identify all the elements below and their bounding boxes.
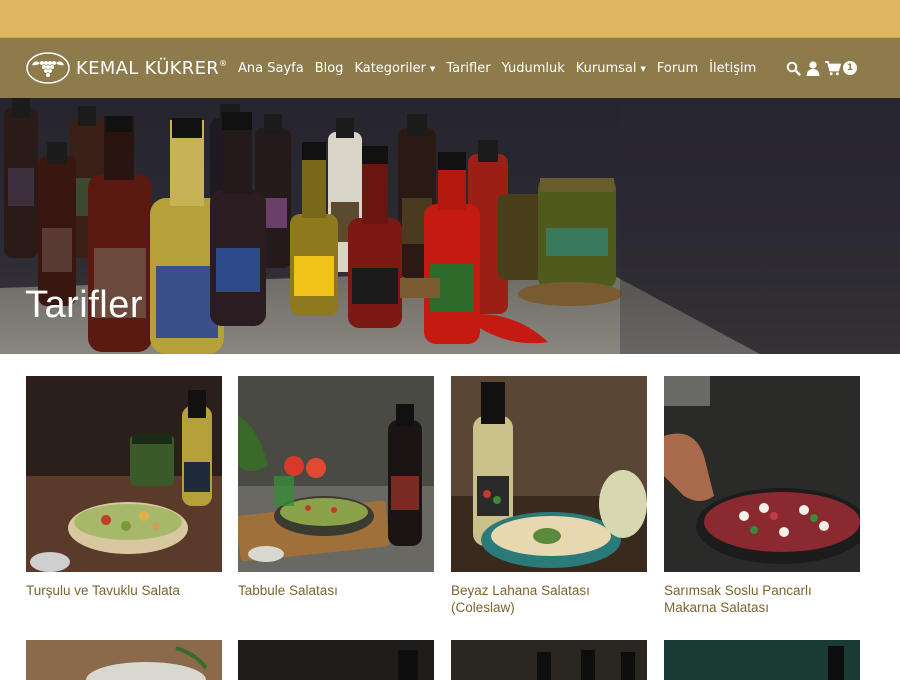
recipe-card[interactable]: Tabbule Salatası [238, 376, 434, 599]
recipe-title[interactable]: Beyaz Lahana Salatası (Coleslaw) [451, 582, 647, 616]
chevron-down-icon: ▼ [640, 65, 646, 73]
recipe-image [26, 376, 222, 572]
nav-item-ana-sayfa[interactable]: Ana Sayfa [238, 61, 304, 76]
top-announcement-bar [0, 0, 900, 38]
recipe-card-partial[interactable] [238, 640, 434, 680]
page-title: Tarifler [25, 284, 144, 326]
brand-name: KEMAL KÜKRER® [76, 57, 228, 79]
chevron-down-icon: ▼ [429, 65, 436, 73]
recipe-card[interactable]: Beyaz Lahana Salatası (Coleslaw) [451, 376, 647, 616]
nav-item-blog[interactable]: Blog [315, 61, 344, 76]
nav-item-iletisim[interactable]: İletişim [709, 61, 756, 76]
nav-icons: 1 [786, 60, 862, 76]
recipe-card-partial[interactable] [664, 640, 860, 680]
recipe-card-partial[interactable] [451, 640, 647, 680]
cart-icon[interactable]: 1 [825, 60, 857, 76]
recipe-image [664, 376, 860, 572]
recipe-title[interactable]: Sarımsak Soslu Pancarlı Makarna Salatası [664, 582, 860, 616]
nav-item-yudumluk[interactable]: Yudumluk [502, 61, 565, 76]
recipe-card-partial[interactable] [26, 640, 222, 680]
nav-item-forum[interactable]: Forum [657, 61, 698, 76]
main-menu: Ana Sayfa Blog Kategoriler ▼ Tarifler Yud… [238, 38, 767, 98]
nav-item-kategoriler[interactable]: Kategoriler ▼ [354, 61, 435, 76]
search-icon[interactable] [786, 61, 801, 76]
hero-banner: Tarifler [0, 98, 900, 354]
user-icon[interactable] [806, 60, 820, 76]
recipe-card[interactable]: Sarımsak Soslu Pancarlı Makarna Salatası [664, 376, 860, 616]
nav-item-kurumsal[interactable]: Kurumsal ▼ [576, 61, 646, 76]
recipe-title[interactable]: Turşulu ve Tavuklu Salata [26, 582, 222, 599]
nav-item-tarifler[interactable]: Tarifler [446, 61, 490, 76]
cart-count-badge: 1 [843, 61, 857, 75]
recipe-image [238, 376, 434, 572]
recipe-card[interactable]: Turşulu ve Tavuklu Salata [26, 376, 222, 599]
recipe-image [451, 376, 647, 572]
main-navbar: KEMAL KÜKRER® Ana Sayfa Blog Kategoriler… [0, 38, 900, 98]
brand-logo[interactable]: KEMAL KÜKRER® [26, 50, 227, 86]
recipe-title[interactable]: Tabbule Salatası [238, 582, 434, 599]
grape-logo-icon [26, 52, 70, 84]
